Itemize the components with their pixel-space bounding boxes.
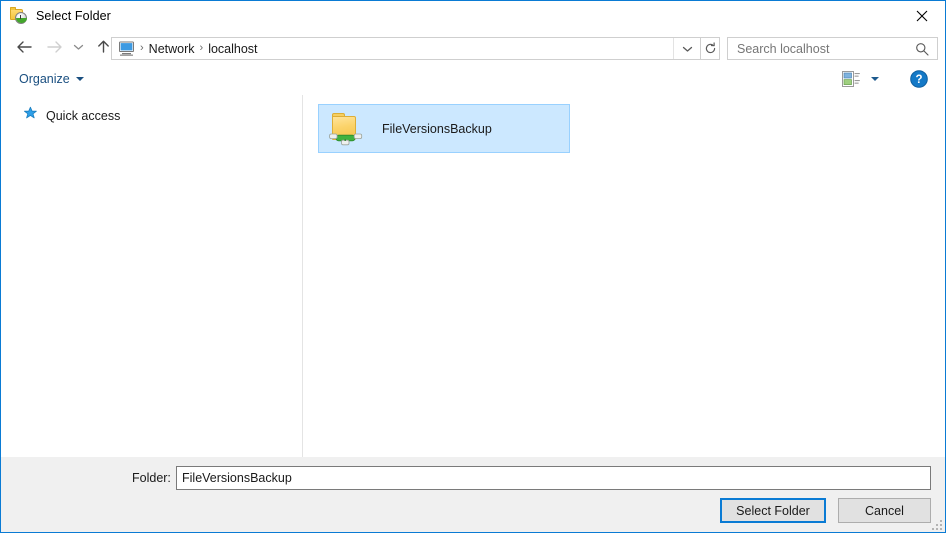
folder-field-label: Folder: (132, 471, 171, 485)
folder-input[interactable] (177, 467, 930, 489)
list-item-label: FileVersionsBackup (382, 121, 492, 136)
breadcrumb-network[interactable]: Network (149, 42, 195, 56)
sidebar-item-label: Quick access (46, 109, 121, 123)
caret-down-icon (75, 77, 84, 81)
sidebar-item-quick-access[interactable]: Quick access (1, 105, 302, 127)
select-folder-dialog: Select Folder › Network › localhost Sear… (0, 0, 946, 533)
breadcrumb-localhost[interactable]: localhost (208, 42, 257, 56)
dialog-footer: Folder: Select Folder Cancel (1, 457, 945, 532)
help-button[interactable]: ? (910, 70, 928, 88)
back-arrow-icon (16, 40, 32, 53)
forward-button (41, 34, 67, 60)
svg-text:?: ? (915, 74, 922, 86)
folder-field-row: Folder: (1, 466, 945, 490)
view-caret-down-icon[interactable] (871, 77, 879, 81)
forward-arrow-icon (46, 40, 62, 53)
breadcrumb-separator: › (140, 42, 144, 54)
list-item[interactable]: FileVersionsBackup (318, 104, 570, 153)
search-icon (915, 42, 929, 56)
view-layout-icon[interactable] (842, 71, 860, 87)
close-icon (916, 10, 928, 21)
select-folder-button[interactable]: Select Folder (720, 498, 826, 523)
breadcrumb-separator: › (199, 42, 204, 54)
search-input[interactable] (735, 40, 907, 57)
folder-clock-icon (10, 6, 28, 25)
navigation-pane: Quick access (1, 95, 303, 457)
refresh-icon (705, 42, 715, 54)
recent-locations-button[interactable] (69, 34, 87, 60)
up-arrow-icon (97, 40, 109, 53)
resize-grip-icon[interactable] (931, 519, 942, 530)
network-shared-folder-icon (329, 111, 367, 147)
close-button[interactable] (899, 1, 945, 30)
cancel-button[interactable]: Cancel (838, 498, 931, 523)
window-title: Select Folder (36, 8, 111, 23)
address-bar[interactable]: › Network › localhost (111, 37, 701, 60)
chevron-down-icon (682, 46, 692, 52)
search-box[interactable] (727, 37, 938, 60)
address-dropdown-button[interactable] (673, 38, 700, 59)
command-toolbar: Organize ? (1, 63, 945, 96)
star-pin-icon (23, 106, 38, 126)
footer-buttons: Select Folder Cancel (720, 498, 931, 523)
view-options-group (842, 71, 879, 87)
recent-locations-chevron-icon (73, 44, 83, 50)
organize-label: Organize (19, 72, 70, 86)
refresh-button[interactable] (701, 37, 720, 60)
file-list-pane[interactable]: FileVersionsBackup (304, 95, 945, 457)
dialog-body: Quick access FileVersionsBackup (1, 95, 945, 457)
folder-input-wrapper[interactable] (176, 466, 931, 490)
organize-button[interactable]: Organize (19, 72, 84, 86)
title-bar: Select Folder (1, 1, 945, 30)
computer-icon (118, 41, 135, 56)
back-button[interactable] (11, 34, 37, 60)
help-question-icon: ? (910, 70, 928, 88)
